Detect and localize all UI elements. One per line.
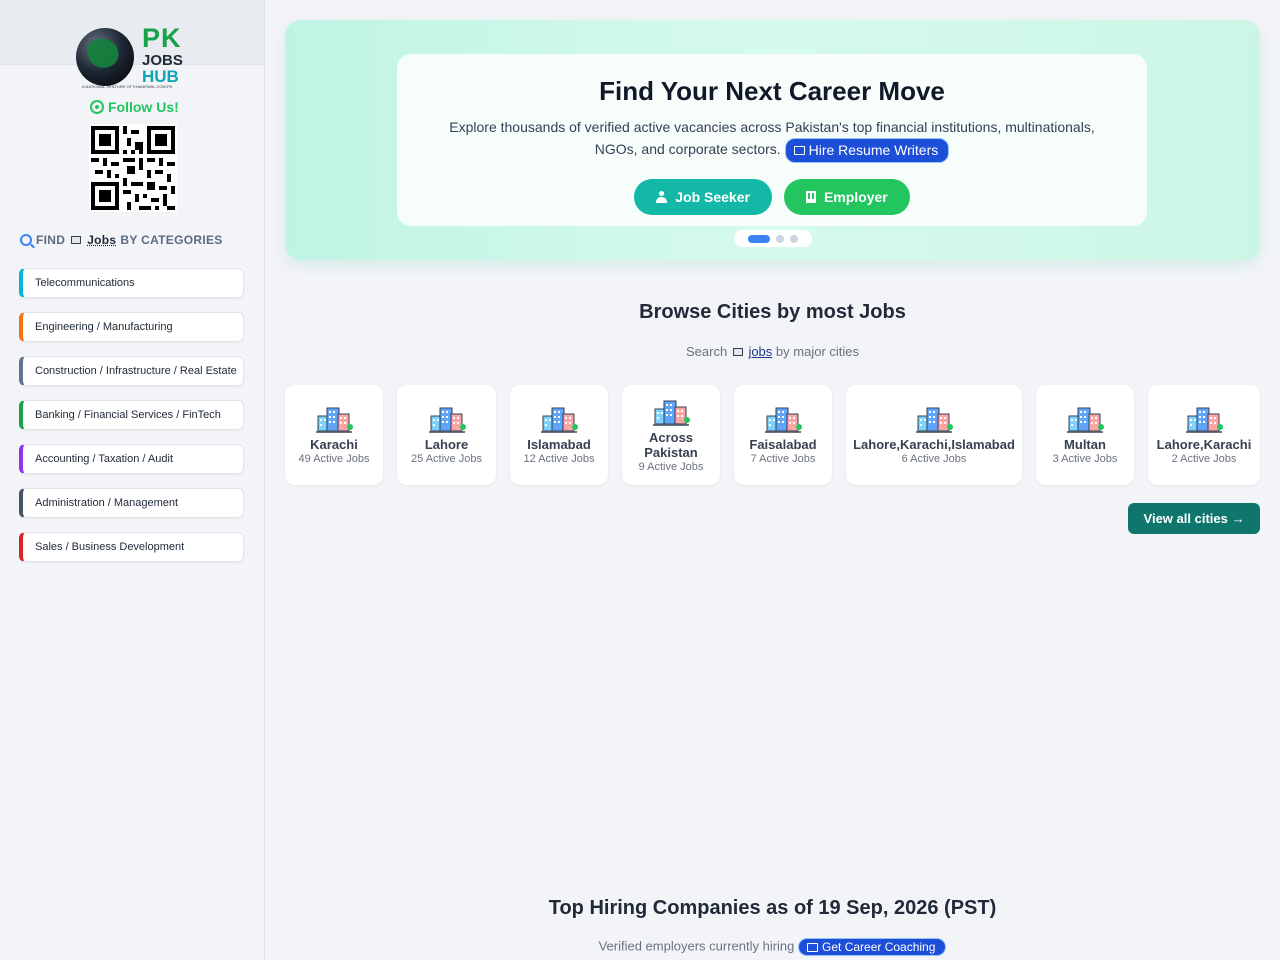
city-job-count: 12 Active Jobs	[523, 453, 595, 465]
city-card[interactable]: Multan 3 Active Jobs	[1036, 385, 1134, 485]
newspaper-icon	[807, 942, 819, 952]
city-buildings-icon	[539, 404, 579, 434]
city-card[interactable]: Islamabad 12 Active Jobs	[510, 385, 608, 485]
city-name: Multan	[1064, 437, 1106, 452]
employer-label: Employer	[823, 189, 888, 205]
city-job-count: 7 Active Jobs	[750, 453, 816, 465]
logo-jobs: JOBS	[142, 52, 183, 69]
city-buildings-icon	[1065, 404, 1105, 434]
city-buildings-icon	[914, 404, 954, 434]
qr-code	[89, 124, 177, 212]
carousel-dot-1[interactable]	[748, 234, 770, 243]
city-name: Lahore,Karachi,Islamabad	[853, 437, 1015, 452]
city-name: Lahore	[424, 437, 469, 452]
category-label: Construction / Infrastructure / Real Est…	[35, 365, 237, 377]
site-logo[interactable]: PK JOBS HUB A NATIONAL VENTURE OF KHANEW…	[76, 25, 188, 91]
category-item[interactable]: Administration / Management	[19, 488, 244, 518]
view-all-cities-button[interactable]: View all cities →	[1128, 503, 1260, 534]
category-label: Sales / Business Development	[35, 541, 185, 553]
city-buildings-icon	[651, 397, 691, 427]
hire-resume-writers-button[interactable]: Hire Resume Writers	[784, 138, 950, 163]
user-icon	[656, 191, 668, 203]
city-buildings-icon	[314, 404, 354, 434]
carousel-dot-2[interactable]	[776, 234, 784, 243]
logo-tagline: A NATIONAL VENTURE OF KHANEWAL.COM.PK	[82, 84, 173, 89]
carousel-dots	[734, 230, 812, 247]
city-job-count: 2 Active Jobs	[1171, 453, 1237, 465]
city-name: Karachi	[310, 437, 358, 452]
newspaper-icon	[732, 348, 743, 356]
job-seeker-button[interactable]: Job Seeker	[634, 179, 772, 215]
get-career-coaching-button[interactable]: Get Career Coaching	[798, 938, 947, 956]
get-career-coaching-label: Get Career Coaching	[822, 940, 936, 954]
city-name: Lahore,Karachi	[1156, 437, 1252, 452]
city-job-count: 49 Active Jobs	[298, 453, 370, 465]
cities-jobs-link[interactable]: jobs	[748, 344, 772, 359]
cities-section-title: Browse Cities by most Jobs	[639, 301, 906, 323]
hero-description-text: Explore thousands of verified active vac…	[449, 119, 1095, 158]
city-job-count: 25 Active Jobs	[411, 453, 482, 465]
categories-heading-prefix: FIND	[36, 233, 66, 247]
building-icon	[805, 191, 816, 203]
category-list: Telecommunications Engineering / Manufact…	[19, 268, 244, 576]
hero-title: Find Your Next Career Move	[599, 76, 945, 106]
companies-section-title: Top Hiring Companies as of 19 Sep, 2026 …	[548, 897, 997, 919]
category-item[interactable]: Sales / Business Development	[19, 532, 244, 562]
hire-resume-writers-label: Hire Resume Writers	[808, 142, 939, 158]
city-card[interactable]: Karachi 49 Active Jobs	[285, 385, 383, 485]
carousel-dot-3[interactable]	[790, 234, 798, 243]
city-cards: Karachi 49 Active Jobs Lahore 25 Active Job…	[285, 385, 1260, 485]
employer-button[interactable]: Employer	[783, 179, 910, 215]
hero-description: Explore thousands of verified active vac…	[432, 117, 1112, 163]
follow-us-link[interactable]: Follow Us!	[90, 99, 179, 115]
cities-sub-suffix: by major cities	[775, 344, 859, 359]
category-item[interactable]: Engineering / Manufacturing	[19, 312, 244, 342]
category-item[interactable]: Telecommunications	[19, 268, 244, 298]
logo-wordmark: PK JOBS HUB	[142, 23, 183, 86]
city-card[interactable]: Lahore,Karachi 2 Active Jobs	[1148, 385, 1260, 485]
cities-sub-prefix: Search	[685, 344, 728, 359]
category-label: Engineering / Manufacturing	[35, 321, 173, 333]
categories-heading-suffix: BY CATEGORIES	[120, 233, 223, 247]
follow-us-label: Follow Us!	[108, 99, 179, 115]
category-label: Banking / Financial Services / FinTech	[35, 409, 221, 421]
category-label: Telecommunications	[35, 277, 135, 289]
newspaper-icon	[793, 146, 805, 155]
sidebar: PK JOBS HUB A NATIONAL VENTURE OF KHANEW…	[0, 0, 265, 960]
whatsapp-icon	[90, 100, 104, 114]
city-buildings-icon	[427, 404, 467, 434]
search-icon	[20, 234, 32, 246]
city-buildings-icon	[763, 404, 803, 434]
newspaper-icon	[71, 236, 82, 244]
cities-section-subtitle: Search jobs by major cities	[285, 344, 1260, 359]
city-card[interactable]: Lahore 25 Active Jobs	[397, 385, 496, 485]
city-card[interactable]: Lahore,Karachi,Islamabad 6 Active Jobs	[846, 385, 1022, 485]
category-item[interactable]: Construction / Infrastructure / Real Est…	[19, 356, 244, 386]
city-name: Islamabad	[527, 437, 591, 452]
logo-hub: HUB	[142, 67, 179, 86]
city-card[interactable]: Faisalabad 7 Active Jobs	[734, 385, 832, 485]
city-name: Across Pakistan	[644, 429, 698, 460]
hero-banner: Find Your Next Career Move Explore thous…	[285, 20, 1260, 260]
category-label: Accounting / Taxation / Audit	[35, 453, 173, 465]
city-card[interactable]: Across Pakistan 9 Active Jobs	[622, 385, 720, 485]
categories-heading: FIND Jobs BY CATEGORIES	[20, 233, 223, 247]
globe-icon	[76, 28, 134, 86]
hero-buttons: Job Seeker Employer	[397, 179, 1147, 215]
category-label: Administration / Management	[35, 497, 179, 509]
hero-card: Find Your Next Career Move Explore thous…	[397, 54, 1147, 226]
city-job-count: 9 Active Jobs	[638, 460, 704, 473]
city-job-count: 3 Active Jobs	[1052, 453, 1118, 465]
city-job-count: 6 Active Jobs	[901, 453, 967, 465]
category-item[interactable]: Banking / Financial Services / FinTech	[19, 400, 244, 430]
categories-jobs-link[interactable]: Jobs	[87, 233, 116, 247]
city-name: Faisalabad	[749, 437, 817, 452]
logo-pk: PK	[142, 23, 182, 53]
companies-sub-text: Verified employers currently hiring	[598, 938, 795, 954]
city-buildings-icon	[1184, 404, 1224, 434]
category-item[interactable]: Accounting / Taxation / Audit	[19, 444, 244, 474]
job-seeker-label: Job Seeker	[675, 189, 750, 205]
companies-section-subtitle: Verified employers currently hiring Get …	[285, 938, 1260, 956]
